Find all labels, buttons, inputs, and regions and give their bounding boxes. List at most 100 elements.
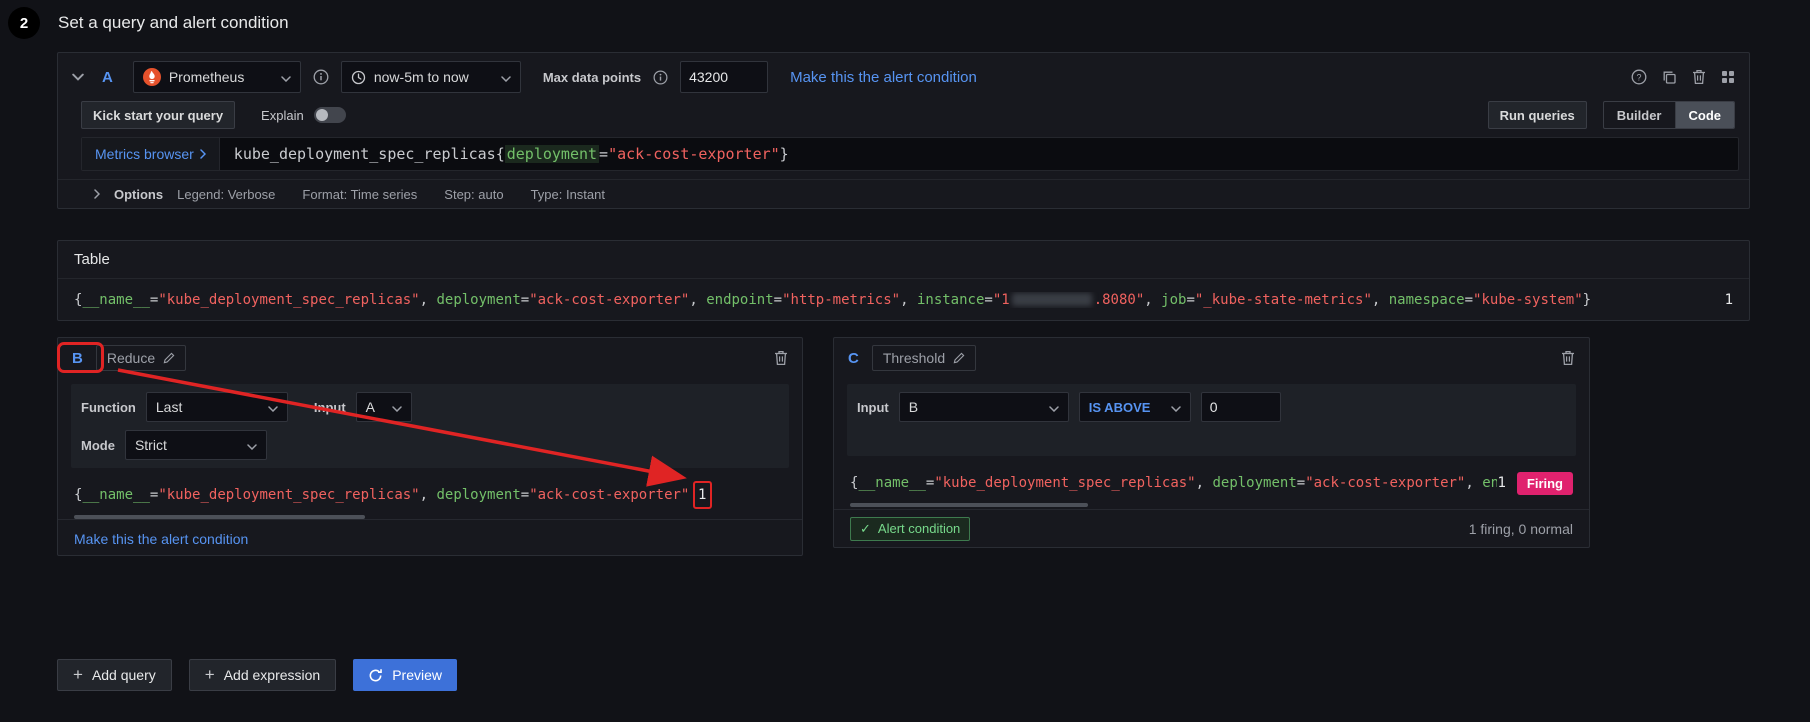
syntax-token: "kube_deployment_spec_replicas": [158, 487, 420, 503]
expression-b-series-labels: {__name__="kube_deployment_spec_replicas…: [74, 487, 689, 503]
chevron-right-icon: [200, 149, 206, 159]
syntax-token: ,: [1195, 475, 1213, 491]
syntax-token: job: [1161, 291, 1187, 308]
mode-select[interactable]: Strict: [124, 430, 267, 460]
table-title: Table: [58, 241, 1749, 279]
add-expression-button[interactable]: + Add expression: [188, 659, 337, 691]
plus-icon: +: [204, 665, 215, 684]
query-options-row[interactable]: Options Legend: Verbose Format: Time seri…: [58, 179, 1749, 208]
threshold-row: Input B IS ABOVE: [857, 392, 1566, 422]
series-value: 1: [1724, 291, 1733, 308]
threshold-value-input[interactable]: [1200, 392, 1281, 422]
metrics-browser-button[interactable]: Metrics browser: [82, 138, 220, 170]
reduce-input-value: A: [365, 399, 375, 415]
code-mode-option[interactable]: Code: [1674, 102, 1734, 128]
collapse-chevron-icon[interactable]: [72, 73, 84, 81]
options-summary: Legend: Verbose Format: Time series Step: …: [177, 187, 605, 202]
syntax-token: =: [1186, 291, 1195, 308]
kick-start-query-button[interactable]: Kick start your query: [81, 101, 236, 129]
syntax-token: "ack-cost-exporter": [529, 291, 690, 308]
promql-expression-input[interactable]: kube_deployment_spec_replicas{deployment…: [234, 145, 789, 163]
expression-b-ref-label: B: [57, 341, 104, 373]
expression-b-type-button[interactable]: Reduce: [95, 345, 187, 371]
input-label: Input: [313, 399, 346, 415]
options-label[interactable]: Options: [114, 187, 163, 202]
help-icon[interactable]: ?: [1631, 69, 1647, 85]
threshold-input-select[interactable]: B: [898, 392, 1069, 422]
option-summary-item: Format: Time series: [302, 186, 418, 202]
query-ref-label: A: [102, 68, 113, 86]
expression-c-footer: ✓ Alert condition 1 firing, 0 normal: [834, 509, 1589, 547]
make-alert-condition-link-b[interactable]: Make this the alert condition: [74, 531, 248, 547]
reduce-input-select[interactable]: A: [355, 392, 412, 422]
expression-c-panel: C Threshold Input B IS ABOVE 0 {__name__…: [833, 337, 1590, 548]
max-data-points-info-icon[interactable]: [653, 70, 668, 85]
query-a-toolbar-right: Run queries Builder Code: [1487, 101, 1735, 129]
syntax-token: kube_deployment_spec_replicas{: [233, 145, 505, 163]
builder-mode-option[interactable]: Builder: [1604, 102, 1675, 128]
delete-expression-c-icon[interactable]: [1561, 350, 1575, 366]
expression-c-result-row: {__name__="kube_deployment_spec_replicas…: [834, 470, 1589, 496]
promql-editor: Metrics browser kube_deployment_spec_rep…: [81, 137, 1739, 171]
run-queries-button[interactable]: Run queries: [1487, 101, 1587, 129]
expression-b-footer: Make this the alert condition: [58, 519, 802, 557]
alert-condition-badge[interactable]: ✓ Alert condition: [850, 516, 971, 541]
function-select[interactable]: Last: [145, 392, 288, 422]
chevron-down-icon: [501, 69, 511, 85]
query-a-panel: A Prometheus now-5m to now Max data poin…: [57, 52, 1750, 209]
syntax-token: "1: [992, 291, 1010, 308]
query-a-header-row: A Prometheus now-5m to now Max data poin…: [72, 61, 1735, 93]
series-labels: {__name__="kube_deployment_spec_replicas…: [74, 292, 1725, 308]
expression-type-label: Reduce: [106, 350, 156, 366]
ref-text: C: [848, 349, 859, 367]
syntax-token: ,: [1371, 291, 1389, 308]
time-range-value: now-5m to now: [373, 69, 469, 85]
pencil-icon: [953, 352, 965, 364]
syntax-token: =: [520, 291, 530, 308]
horizontal-scrollbar-c[interactable]: [850, 503, 1088, 507]
threshold-operator-select[interactable]: IS ABOVE: [1078, 392, 1191, 422]
datasource-info-icon[interactable]: [313, 69, 329, 85]
preview-label: Preview: [392, 667, 443, 683]
svg-text:?: ?: [1636, 72, 1641, 82]
add-query-button[interactable]: + Add query: [57, 659, 172, 691]
make-alert-condition-link-a[interactable]: Make this the alert condition: [790, 69, 977, 86]
threshold-settings-block: Input B IS ABOVE: [847, 384, 1576, 456]
metrics-browser-label: Metrics browser: [95, 146, 194, 162]
step-header: 2 Set a query and alert condition: [0, 0, 289, 46]
explain-toggle[interactable]: [313, 107, 346, 123]
options-expand-chevron-icon[interactable]: [94, 189, 100, 199]
syntax-token: ,: [419, 291, 437, 308]
max-data-points-input[interactable]: [680, 61, 769, 93]
redacted-text: [1011, 293, 1092, 306]
mode-label: Mode: [81, 437, 115, 453]
drag-handle-icon[interactable]: [1721, 69, 1735, 85]
syntax-token: __name__: [82, 291, 150, 308]
pencil-icon: [163, 352, 175, 364]
syntax-token: ,: [1144, 291, 1162, 308]
option-summary-item: Type: Instant: [530, 186, 605, 202]
syntax-token: __name__: [82, 487, 150, 503]
duplicate-query-icon[interactable]: [1662, 69, 1677, 85]
syntax-token: "kube_deployment_spec_replicas": [934, 475, 1196, 491]
delete-expression-b-icon[interactable]: [774, 350, 788, 366]
expression-c-type-button[interactable]: Threshold: [871, 345, 977, 371]
preview-button[interactable]: Preview: [353, 659, 458, 691]
expression-c-series-labels: {__name__="kube_deployment_spec_replicas…: [850, 475, 1497, 491]
expression-c-ref-label: C: [848, 350, 859, 367]
expression-c-value: 1: [1497, 475, 1506, 491]
threshold-input-value: B: [908, 399, 919, 415]
time-range-picker[interactable]: now-5m to now: [340, 61, 521, 93]
datasource-name: Prometheus: [168, 69, 245, 85]
mode-row: Mode Strict: [81, 430, 779, 460]
function-value: Last: [155, 399, 183, 415]
syntax-token: "http-metrics": [782, 291, 901, 308]
syntax-token: =: [520, 487, 530, 503]
syntax-token: ,: [419, 487, 437, 503]
table-panel: Table {__name__="kube_deployment_spec_re…: [57, 240, 1750, 321]
delete-query-icon[interactable]: [1692, 69, 1706, 85]
syntax-token: deployment: [436, 487, 521, 503]
datasource-picker[interactable]: Prometheus: [132, 61, 301, 93]
function-row: Function Last Input A: [81, 392, 779, 422]
check-icon: ✓: [860, 520, 871, 536]
